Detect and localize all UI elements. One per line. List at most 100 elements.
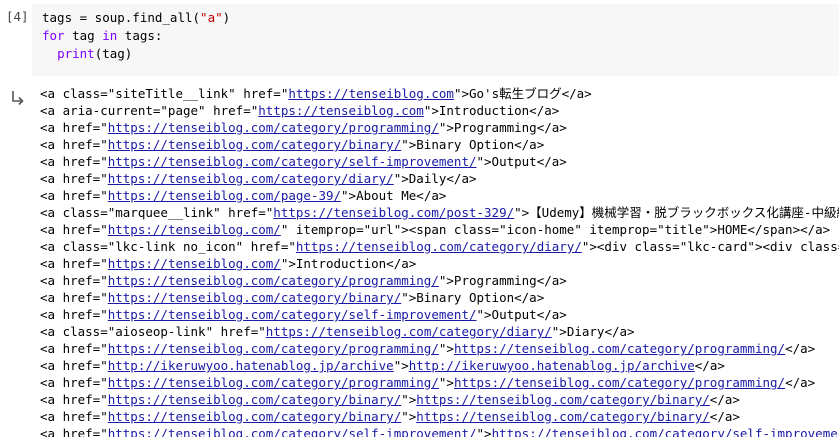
output-link[interactable]: https://tenseiblog.com/category/diary/ xyxy=(108,171,394,186)
output-link[interactable]: https://tenseiblog.com/category/binary/ xyxy=(108,290,402,305)
execution-count: [4] xyxy=(6,9,29,24)
output-text: </a> xyxy=(785,375,816,390)
output-text: <a href=" xyxy=(40,154,108,169)
output-text: ">Introduction</a> xyxy=(423,103,560,118)
output-link[interactable]: http://ikeruwyoo.hatenablog.jp/archive xyxy=(409,358,695,373)
output-text: "> xyxy=(476,426,492,437)
output-link[interactable]: https://tenseiblog.com/category/binary/ xyxy=(416,392,710,407)
output-text: ">Binary Option</a> xyxy=(401,137,545,152)
output-text: ">Output</a> xyxy=(476,307,567,322)
output-text: ">Programming</a> xyxy=(438,120,567,135)
output-text: <a class="lkc-link no_icon" href=" xyxy=(40,239,296,254)
output-text: <a href=" xyxy=(40,188,108,203)
output-text: <a href=" xyxy=(40,256,108,271)
output-line: <a class="aioseop-link" href="https://te… xyxy=(40,323,839,340)
output-text: <a href=" xyxy=(40,290,108,305)
output-text: <a class="marquee__link" href=" xyxy=(40,205,274,220)
output-link[interactable]: https://tenseiblog.com/category/self-imp… xyxy=(492,426,839,437)
output-link[interactable]: https://tenseiblog.com/category/self-imp… xyxy=(108,154,477,169)
code-token: "a" xyxy=(200,10,223,25)
output-line: <a href="https://tenseiblog.com/category… xyxy=(40,340,839,357)
code-token: print xyxy=(57,46,95,61)
output-text: <a href=" xyxy=(40,307,108,322)
output-text: "> xyxy=(393,358,409,373)
output-text: <a href=" xyxy=(40,341,108,356)
output-text: ">Programming</a> xyxy=(438,273,567,288)
output-text: ">Introduction</a> xyxy=(280,256,417,271)
output-link[interactable]: https://tenseiblog.com xyxy=(288,86,454,101)
output-line: <a href="https://tenseiblog.com/category… xyxy=(40,170,839,187)
output-text: "><div class="lkc-card"><div class="lkc-… xyxy=(581,239,839,254)
code-line[interactable]: tags = soup.find_all("a") xyxy=(42,9,230,27)
output-text: <a class="aioseop-link" href=" xyxy=(40,324,266,339)
notebook-cell: [4] tags = soup.find_all("a") for tag in … xyxy=(0,0,839,437)
output-link[interactable]: https://tenseiblog.com xyxy=(258,103,424,118)
output-link[interactable]: https://tenseiblog.com/category/binary/ xyxy=(416,409,710,424)
output-line: <a href="https://tenseiblog.com/category… xyxy=(40,408,839,425)
output-text: <a href=" xyxy=(40,375,108,390)
output-text: ">Output</a> xyxy=(476,154,567,169)
output-text: <a href=" xyxy=(40,137,108,152)
output-text: <a href=" xyxy=(40,273,108,288)
output-link[interactable]: https://tenseiblog.com/category/diary/ xyxy=(296,239,582,254)
code-token: in xyxy=(102,28,118,43)
output-text: <a href=" xyxy=(40,120,108,135)
output-text: ">Go's転生ブログ</a> xyxy=(453,86,592,101)
output-arrow-icon[interactable] xyxy=(9,88,27,106)
output-text: "> xyxy=(438,341,454,356)
output-link[interactable]: https://tenseiblog.com/ xyxy=(108,256,281,271)
output-text: ">【Udemy】機械学習・脱ブラックボックス化講座-中級編 xyxy=(514,205,839,220)
output-text: <a href=" xyxy=(40,222,108,237)
output-link[interactable]: https://tenseiblog.com/category/self-imp… xyxy=(108,307,477,322)
output-text: <a class="siteTitle__link" href=" xyxy=(40,86,289,101)
output-text: " itemprop="url"><span class="icon-home"… xyxy=(280,222,831,237)
output-text: "> xyxy=(401,392,417,407)
output-line: <a aria-current="page" href="https://ten… xyxy=(40,102,839,119)
output-text: <a href=" xyxy=(40,426,108,437)
code-editor[interactable]: tags = soup.find_all("a") for tag in tags… xyxy=(32,4,839,76)
output-line: <a class="marquee__link" href="https://t… xyxy=(40,204,839,221)
output-text: <a href=" xyxy=(40,358,108,373)
output-line: <a href="https://tenseiblog.com/category… xyxy=(40,153,839,170)
output-line: <a href="https://tenseiblog.com/category… xyxy=(40,391,839,408)
output-link[interactable]: http://ikeruwyoo.hatenablog.jp/archive xyxy=(108,358,394,373)
code-token: for xyxy=(42,28,65,43)
output-line: <a href="https://tenseiblog.com/category… xyxy=(40,119,839,136)
output-link[interactable]: https://tenseiblog.com/post-329/ xyxy=(273,205,514,220)
output-line: <a href="https://tenseiblog.com/" itempr… xyxy=(40,221,839,238)
output-text: ">Binary Option</a> xyxy=(401,290,545,305)
output-text: ">About Me</a> xyxy=(341,188,447,203)
code-token: (tag) xyxy=(94,46,133,61)
output-link[interactable]: https://tenseiblog.com/category/programm… xyxy=(454,341,785,356)
output-link[interactable]: https://tenseiblog.com/category/programm… xyxy=(108,120,439,135)
output-text: </a> xyxy=(709,409,740,424)
code-line[interactable]: for tag in tags: xyxy=(42,27,162,45)
output-text: ">Daily</a> xyxy=(393,171,477,186)
output-text: </a> xyxy=(785,341,816,356)
output-text: <a aria-current="page" href=" xyxy=(40,103,259,118)
output-link[interactable]: https://tenseiblog.com/category/self-imp… xyxy=(108,426,477,437)
output-link[interactable]: https://tenseiblog.com/category/diary/ xyxy=(266,324,552,339)
output-link[interactable]: https://tenseiblog.com/category/binary/ xyxy=(108,137,402,152)
output-line: <a href="https://tenseiblog.com/page-39/… xyxy=(40,187,839,204)
output-link[interactable]: https://tenseiblog.com/category/programm… xyxy=(108,273,439,288)
output-text: ">Diary</a> xyxy=(551,324,635,339)
output-link[interactable]: https://tenseiblog.com/ xyxy=(108,222,281,237)
output-text: </a> xyxy=(694,358,725,373)
output-text: "> xyxy=(401,409,417,424)
output-line: <a href="http://ikeruwyoo.hatenablog.jp/… xyxy=(40,357,839,374)
code-token: tags = soup.find_all( xyxy=(42,10,201,25)
code-token: tags: xyxy=(117,28,163,43)
code-line[interactable]: print(tag) xyxy=(42,45,132,63)
output-link[interactable]: https://tenseiblog.com/category/programm… xyxy=(108,341,439,356)
output-link[interactable]: https://tenseiblog.com/page-39/ xyxy=(108,188,341,203)
code-token: tag xyxy=(64,28,103,43)
output-line: <a href="https://tenseiblog.com/category… xyxy=(40,272,839,289)
output-line: <a href="https://tenseiblog.com/category… xyxy=(40,306,839,323)
output-link[interactable]: https://tenseiblog.com/category/programm… xyxy=(108,375,439,390)
output-link[interactable]: https://tenseiblog.com/category/binary/ xyxy=(108,409,402,424)
output-line: <a href="https://tenseiblog.com/category… xyxy=(40,136,839,153)
output-link[interactable]: https://tenseiblog.com/category/programm… xyxy=(454,375,785,390)
output-link[interactable]: https://tenseiblog.com/category/binary/ xyxy=(108,392,402,407)
